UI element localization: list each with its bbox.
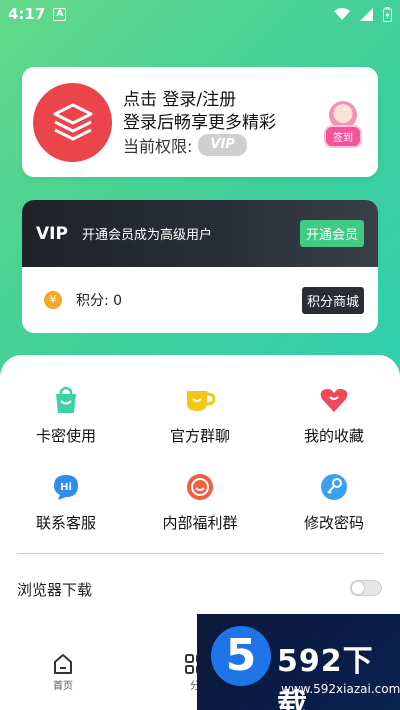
shopping-bag-icon <box>51 385 81 415</box>
nav-home-label: 首页 <box>53 681 73 692</box>
watermark-logo: 5 <box>211 626 271 686</box>
layers-icon <box>53 103 92 140</box>
wifi-icon <box>334 7 350 20</box>
grid-item-favorites[interactable]: 我的收藏 <box>274 385 394 446</box>
browser-download-label: 浏览器下载 <box>17 581 93 599</box>
watermark-url: www.592xiazai.com <box>281 682 400 696</box>
battery-icon <box>383 6 392 22</box>
grid-label: 内部福利群 <box>162 514 238 532</box>
points-row: ¥ 积分: 0 积分商城 <box>22 267 378 333</box>
smile-icon <box>185 472 215 502</box>
toggle-knob <box>352 582 364 594</box>
open-membership-button[interactable]: 开通会员 <box>299 220 364 247</box>
grid-item-card-code[interactable]: 卡密使用 <box>6 385 126 446</box>
signal-icon <box>360 7 373 21</box>
vip-level-badge: VIP <box>198 134 247 156</box>
status-time: 4:17 <box>8 5 46 23</box>
grid-label: 卡密使用 <box>35 427 96 445</box>
browser-download-toggle[interactable] <box>350 580 382 596</box>
grid-label: 联系客服 <box>35 514 96 532</box>
signin-label: 签到 <box>324 125 362 148</box>
signin-button[interactable]: 签到 <box>318 94 368 148</box>
vip-card: VIP 开通会员成为高级用户 开通会员 ¥ 积分: 0 积分商城 <box>22 200 378 333</box>
key-icon <box>319 472 349 502</box>
coin-icon: ¥ <box>44 291 62 309</box>
cup-icon <box>185 385 215 415</box>
grid-item-customer-service[interactable]: Hi 联系客服 <box>6 472 126 533</box>
vip-description: 开通会员成为高级用户 <box>81 228 212 243</box>
grid-label: 我的收藏 <box>303 427 364 445</box>
user-login-card[interactable]: 点击 登录/注册 登录后畅享更多精彩 当前权限: VIP 签到 <box>22 67 378 177</box>
chat-bubble-icon: Hi <box>51 472 81 502</box>
login-prompt[interactable]: 点击 登录/注册 <box>123 85 236 110</box>
notification-icon: A <box>53 7 67 21</box>
home-icon <box>54 654 72 674</box>
status-bar: 4:17 A <box>0 0 400 28</box>
grid-item-official-group[interactable]: 官方群聊 <box>140 385 260 446</box>
vip-title: VIP <box>36 223 68 244</box>
permission-row: 当前权限: VIP <box>123 133 247 157</box>
grid-item-change-password[interactable]: 修改密码 <box>274 472 394 533</box>
points-value: 积分: 0 <box>76 293 123 309</box>
svg-text:Hi: Hi <box>60 482 72 493</box>
nav-home[interactable]: 首页 <box>52 653 74 692</box>
app-logo <box>33 83 112 162</box>
permission-label: 当前权限: <box>123 137 193 156</box>
login-subtitle: 登录后畅享更多精彩 <box>123 113 276 133</box>
divider <box>17 553 383 554</box>
watermark-title: 592下载 <box>277 644 374 710</box>
watermark-overlay: 5 592下载 www.592xiazai.com <box>197 614 400 710</box>
grid-label: 官方群聊 <box>169 427 230 445</box>
heart-icon <box>319 385 349 415</box>
grid-item-welfare-group[interactable]: 内部福利群 <box>140 472 260 533</box>
vip-banner: VIP 开通会员成为高级用户 开通会员 <box>22 200 378 267</box>
points-shop-button[interactable]: 积分商城 <box>301 286 364 314</box>
grid-label: 修改密码 <box>303 514 364 532</box>
